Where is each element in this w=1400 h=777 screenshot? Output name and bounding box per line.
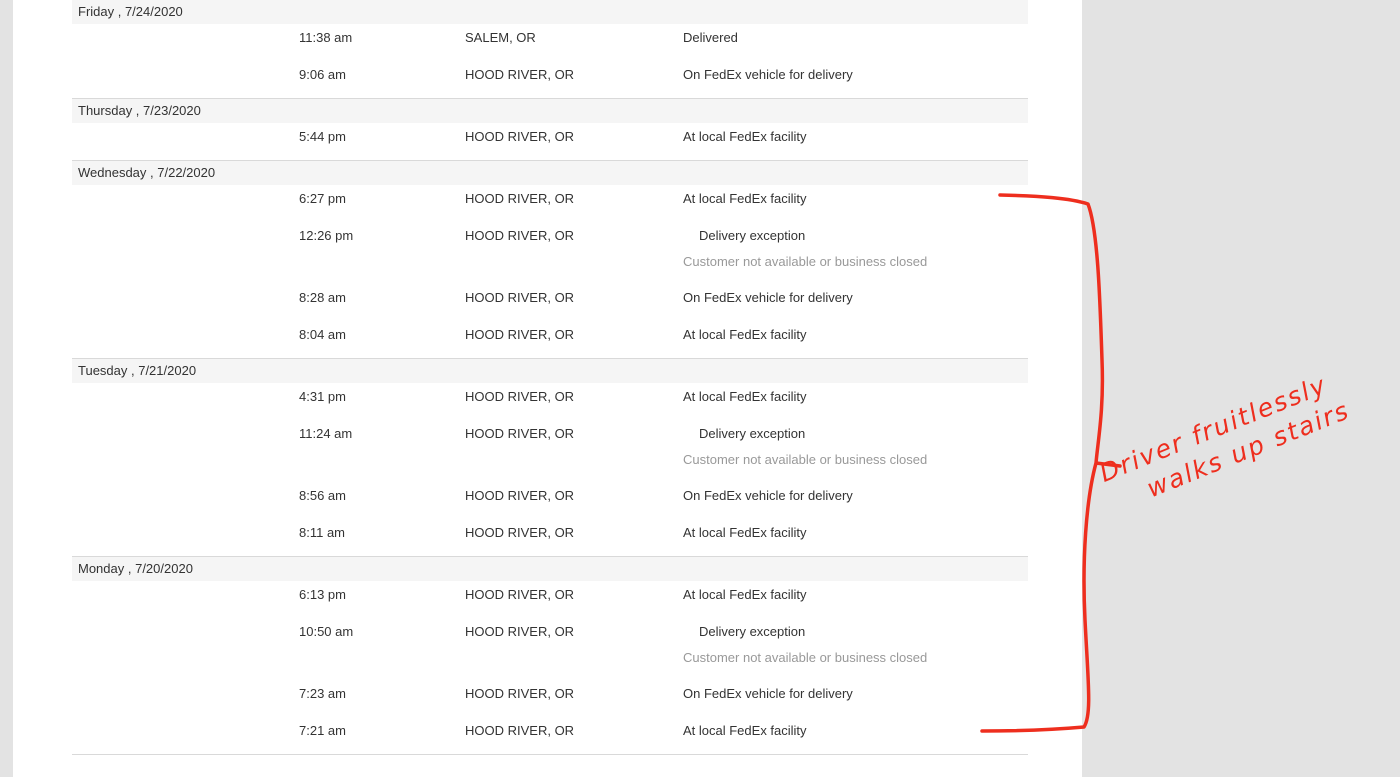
day-group-thursday: Thursday , 7/23/2020 5:44 pm HOOD RIVER,… xyxy=(72,99,1028,161)
event-status: On FedEx vehicle for delivery xyxy=(683,290,853,305)
event-location: HOOD RIVER, OR xyxy=(465,587,575,602)
exception-detail: Customer not available or business close… xyxy=(683,650,928,665)
day-group-monday: Monday , 7/20/2020 6:13 pm HOOD RIVER, O… xyxy=(72,557,1028,755)
event-time: 8:04 am xyxy=(299,327,346,342)
event-location: HOOD RIVER, OR xyxy=(465,723,575,738)
event-time: 4:31 pm xyxy=(299,389,346,404)
event-status: At local FedEx facility xyxy=(683,587,807,602)
event-time: 10:50 am xyxy=(299,624,354,639)
event-location: HOOD RIVER, OR xyxy=(465,525,575,540)
scan-event: 5:44 pm HOOD RIVER, OR At local FedEx fa… xyxy=(72,123,1028,160)
event-location: HOOD RIVER, OR xyxy=(465,488,575,503)
event-location: HOOD RIVER, OR xyxy=(465,686,575,701)
day-header: Friday , 7/24/2020 xyxy=(72,0,1028,24)
scan-event: 8:11 am HOOD RIVER, OR At local FedEx fa… xyxy=(72,519,1028,556)
scan-event: 9:06 am HOOD RIVER, OR On FedEx vehicle … xyxy=(72,61,1028,98)
scan-event: 6:27 pm HOOD RIVER, OR At local FedEx fa… xyxy=(72,185,1028,222)
event-status: At local FedEx facility xyxy=(683,191,807,206)
event-status: On FedEx vehicle for delivery xyxy=(683,488,853,503)
scan-event: 7:23 am HOOD RIVER, OR On FedEx vehicle … xyxy=(72,680,1028,717)
event-time: 12:26 pm xyxy=(299,228,354,243)
event-location: HOOD RIVER, OR xyxy=(465,327,575,342)
event-status: At local FedEx facility xyxy=(683,389,807,404)
day-group-friday: Friday , 7/24/2020 11:38 am SALEM, OR De… xyxy=(72,0,1028,99)
event-location: HOOD RIVER, OR xyxy=(465,624,575,639)
day-header: Tuesday , 7/21/2020 xyxy=(72,359,1028,383)
day-group-wednesday: Wednesday , 7/22/2020 6:27 pm HOOD RIVER… xyxy=(72,161,1028,359)
event-time: 7:23 am xyxy=(299,686,346,701)
event-time: 6:13 pm xyxy=(299,587,346,602)
day-group-tuesday: Tuesday , 7/21/2020 4:31 pm HOOD RIVER, … xyxy=(72,359,1028,557)
event-location: HOOD RIVER, OR xyxy=(465,191,575,206)
event-status: Delivery exception xyxy=(699,426,806,441)
event-location: SALEM, OR xyxy=(465,30,536,45)
day-header: Monday , 7/20/2020 xyxy=(72,557,1028,581)
travel-history: Friday , 7/24/2020 11:38 am SALEM, OR De… xyxy=(72,0,1028,755)
scan-event: 7:21 am HOOD RIVER, OR At local FedEx fa… xyxy=(72,717,1028,754)
event-status: Delivery exception xyxy=(699,624,806,639)
event-location: HOOD RIVER, OR xyxy=(465,426,575,441)
event-time: 8:28 am xyxy=(299,290,346,305)
event-status: Delivered xyxy=(683,30,738,45)
scan-event: 8:28 am HOOD RIVER, OR On FedEx vehicle … xyxy=(72,284,1028,321)
event-time: 8:56 am xyxy=(299,488,346,503)
event-time: 5:44 pm xyxy=(299,129,346,144)
event-status: On FedEx vehicle for delivery xyxy=(683,67,853,82)
event-status: On FedEx vehicle for delivery xyxy=(683,686,853,701)
tracking-page: Friday , 7/24/2020 11:38 am SALEM, OR De… xyxy=(13,0,1082,777)
event-time: 8:11 am xyxy=(299,525,346,540)
scan-event: 4:31 pm HOOD RIVER, OR At local FedEx fa… xyxy=(72,383,1028,420)
event-time: 11:24 am xyxy=(299,426,353,441)
scan-event: 8:04 am HOOD RIVER, OR At local FedEx fa… xyxy=(72,321,1028,358)
exception-detail: Customer not available or business close… xyxy=(683,254,928,269)
event-location: HOOD RIVER, OR xyxy=(465,389,575,404)
event-time: 9:06 am xyxy=(299,67,346,82)
event-time: 11:38 am xyxy=(299,30,353,45)
event-time: 7:21 am xyxy=(299,723,346,738)
scan-event: 8:56 am HOOD RIVER, OR On FedEx vehicle … xyxy=(72,482,1028,519)
day-header: Wednesday , 7/22/2020 xyxy=(72,161,1028,185)
scan-event-exception: 10:50 am HOOD RIVER, OR Delivery excepti… xyxy=(72,618,1028,680)
day-header: Thursday , 7/23/2020 xyxy=(72,99,1028,123)
event-time: 6:27 pm xyxy=(299,191,346,206)
scan-event: 11:38 am SALEM, OR Delivered xyxy=(72,24,1028,61)
scan-event-exception: 12:26 pm HOOD RIVER, OR Delivery excepti… xyxy=(72,222,1028,284)
event-status: At local FedEx facility xyxy=(683,327,807,342)
event-location: HOOD RIVER, OR xyxy=(465,290,575,305)
exception-detail: Customer not available or business close… xyxy=(683,452,928,467)
event-status: At local FedEx facility xyxy=(683,129,807,144)
scan-event-exception: 11:24 am HOOD RIVER, OR Delivery excepti… xyxy=(72,420,1028,482)
annotation-note: Driver fruitlessly walks up stairs xyxy=(1095,365,1355,520)
scan-event: 6:13 pm HOOD RIVER, OR At local FedEx fa… xyxy=(72,581,1028,618)
event-location: HOOD RIVER, OR xyxy=(465,228,575,243)
event-location: HOOD RIVER, OR xyxy=(465,129,575,144)
event-location: HOOD RIVER, OR xyxy=(465,67,575,82)
event-status: At local FedEx facility xyxy=(683,525,807,540)
event-status: At local FedEx facility xyxy=(683,723,807,738)
event-status: Delivery exception xyxy=(699,228,806,243)
